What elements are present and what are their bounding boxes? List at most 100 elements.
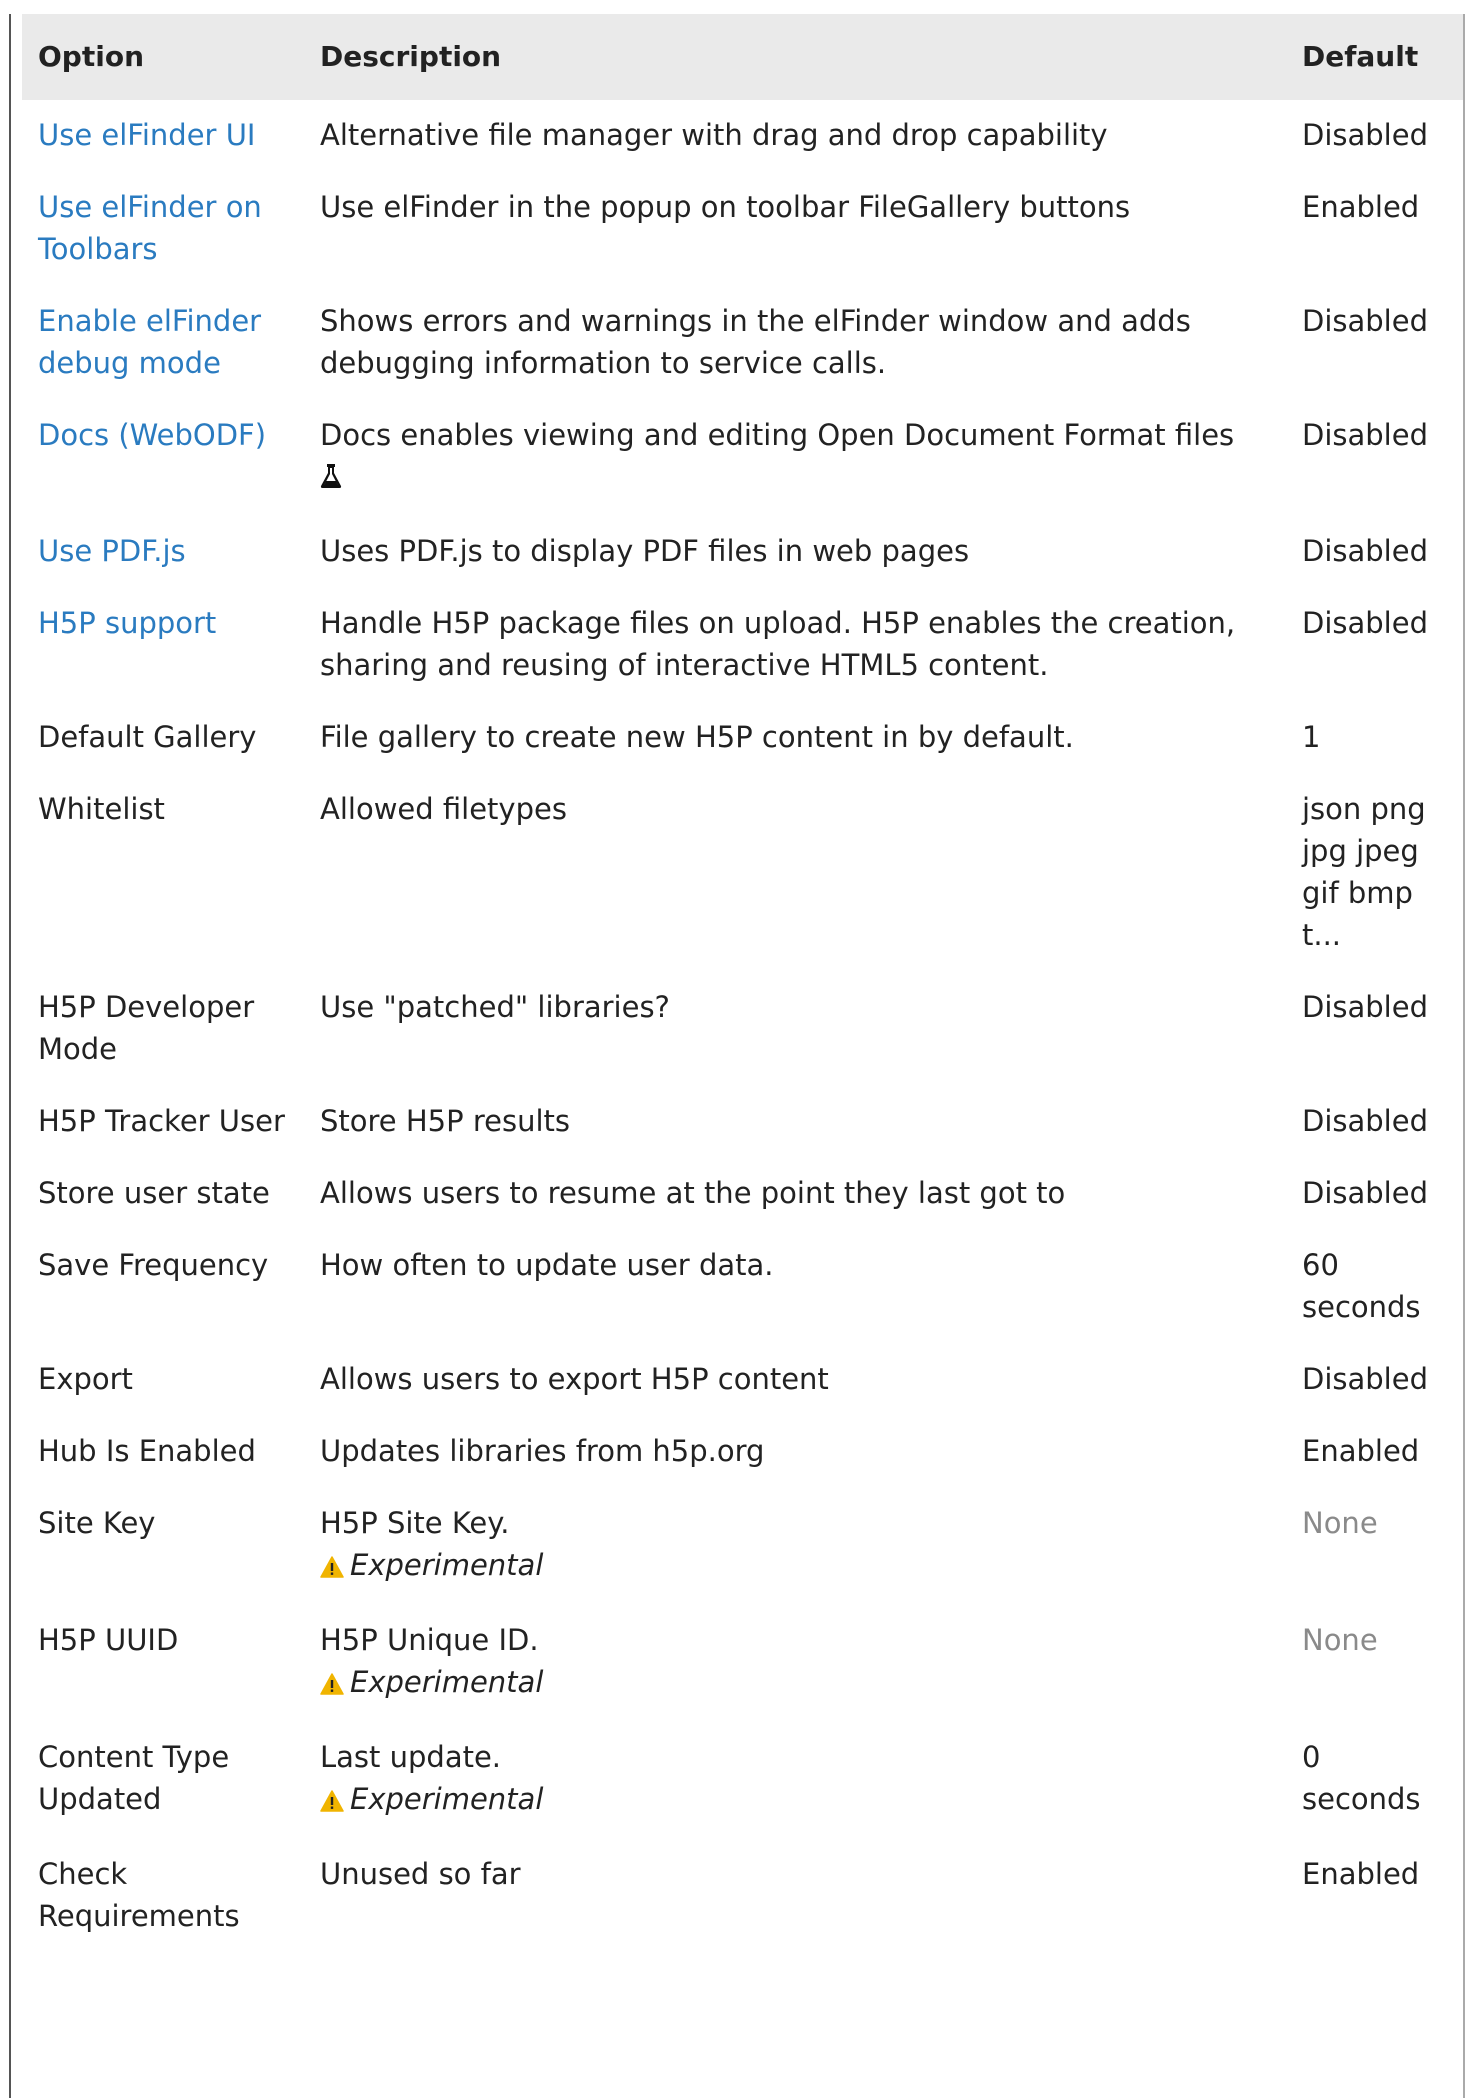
experimental-label: Experimental [350, 1665, 544, 1699]
option-link-docs-webodf[interactable]: Docs (WebODF) [38, 418, 266, 452]
table-row: Default Gallery File gallery to create n… [22, 702, 1463, 774]
option-cell: Enable elFinder debug mode [22, 286, 304, 400]
table-header: Option Description Default [22, 14, 1463, 100]
option-cell: Use elFinder UI [22, 100, 304, 172]
table-row: H5P UUID H5P Unique ID. Experimental Non… [22, 1605, 1463, 1722]
right-frame-border [1463, 14, 1465, 2098]
default-cell: None [1302, 1506, 1378, 1540]
description-cell: Use "patched" libraries? [320, 990, 670, 1024]
description-text: H5P Site Key. [320, 1506, 510, 1540]
default-cell: Disabled [1302, 534, 1428, 568]
preferences-table-container: Option Description Default Use elFinder … [22, 14, 1463, 1953]
left-frame-border [9, 14, 11, 2098]
description-text: Last update. [320, 1740, 502, 1774]
option-link-elfinder-ui[interactable]: Use elFinder UI [38, 118, 255, 152]
default-cell: Disabled [1302, 606, 1428, 640]
table-row: Whitelist Allowed filetypes json png jpg… [22, 774, 1463, 972]
description-cell: Alternative file manager with drag and d… [320, 118, 1108, 152]
option-cell: Content Type Updated [38, 1740, 230, 1816]
default-cell: Disabled [1302, 304, 1428, 338]
option-cell: Check Requirements [38, 1857, 240, 1933]
table-row: Content Type Updated Last update. Experi… [22, 1722, 1463, 1839]
header-description: Description [320, 40, 502, 73]
description-cell: Store H5P results [320, 1104, 570, 1138]
option-link-pdfjs[interactable]: Use PDF.js [38, 534, 186, 568]
header-option: Option [38, 40, 144, 73]
default-cell: Enabled [1302, 190, 1420, 224]
table-row: H5P support Handle H5P package files on … [22, 588, 1463, 702]
preferences-table: Option Description Default Use elFinder … [22, 14, 1463, 1953]
default-cell: Enabled [1302, 1857, 1420, 1891]
description-cell: H5P Site Key. Experimental [304, 1488, 1284, 1605]
table-row: Enable elFinder debug mode Shows errors … [22, 286, 1463, 400]
default-cell: 0 seconds [1302, 1740, 1421, 1816]
option-cell: H5P Developer Mode [38, 990, 255, 1066]
option-cell: Store user state [38, 1176, 270, 1210]
warning-icon [320, 1547, 344, 1589]
experimental-note: Experimental [320, 1661, 1268, 1706]
default-cell: Disabled [1302, 1104, 1428, 1138]
table-row: Hub Is Enabled Updates libraries from h5… [22, 1416, 1463, 1488]
header-row: Option Description Default [22, 14, 1463, 100]
default-cell: Disabled [1302, 118, 1428, 152]
option-cell: Hub Is Enabled [38, 1434, 256, 1468]
warning-icon [320, 1664, 344, 1706]
default-cell: Disabled [1302, 1362, 1428, 1396]
table-row: Use PDF.js Uses PDF.js to display PDF fi… [22, 516, 1463, 588]
experimental-label: Experimental [350, 1548, 544, 1582]
description-cell: Uses PDF.js to display PDF files in web … [320, 534, 970, 568]
header-default: Default [1302, 40, 1419, 73]
table-row: Store user state Allows users to resume … [22, 1158, 1463, 1230]
option-cell: Whitelist [38, 792, 165, 826]
option-cell: Docs (WebODF) [22, 400, 304, 516]
description-cell: Shows errors and warnings in the elFinde… [320, 304, 1191, 380]
default-cell: json png jpg jpeg gif bmp t... [1302, 792, 1426, 952]
table-row: Check Requirements Unused so far Enabled [22, 1839, 1463, 1953]
warning-icon [320, 1781, 344, 1823]
option-link-h5p-support[interactable]: H5P support [38, 606, 216, 640]
default-cell: Disabled [1302, 990, 1428, 1024]
option-cell: H5P support [22, 588, 304, 702]
default-cell: 60 seconds [1302, 1248, 1421, 1324]
description-cell: Unused so far [320, 1857, 521, 1891]
option-cell: Default Gallery [38, 720, 257, 754]
experimental-note: Experimental [320, 1778, 1268, 1823]
description-cell: Allowed filetypes [320, 792, 567, 826]
description-cell: Allows users to resume at the point they… [320, 1176, 1066, 1210]
table-row: Use elFinder UI Alternative file manager… [22, 100, 1463, 172]
description-cell: Allows users to export H5P content [320, 1362, 829, 1396]
description-cell: Docs enables viewing and editing Open Do… [304, 400, 1284, 516]
default-cell: None [1302, 1623, 1378, 1657]
table-body: Use elFinder UI Alternative file manager… [22, 100, 1463, 1953]
table-row: H5P Tracker User Store H5P results Disab… [22, 1086, 1463, 1158]
table-row: Save Frequency How often to update user … [22, 1230, 1463, 1344]
description-cell: How often to update user data. [320, 1248, 774, 1282]
default-cell: Disabled [1302, 418, 1428, 452]
table-row: Use elFinder on Toolbars Use elFinder in… [22, 172, 1463, 286]
option-cell: H5P UUID [38, 1623, 179, 1657]
table-row: Docs (WebODF) Docs enables viewing and e… [22, 400, 1463, 516]
description-cell: Use elFinder in the popup on toolbar Fil… [320, 190, 1131, 224]
description-cell: Handle H5P package files on upload. H5P … [320, 606, 1236, 682]
description-cell: Updates libraries from h5p.org [320, 1434, 765, 1468]
flask-icon [320, 458, 342, 500]
option-cell: Site Key [38, 1506, 156, 1540]
default-cell: 1 [1302, 720, 1321, 754]
option-link-elfinder-debug[interactable]: Enable elFinder debug mode [38, 304, 261, 380]
description-cell: Last update. Experimental [304, 1722, 1284, 1839]
default-cell: Disabled [1302, 1176, 1428, 1210]
option-cell: Use PDF.js [22, 516, 304, 588]
experimental-note: Experimental [320, 1544, 1268, 1589]
option-cell: Export [38, 1362, 133, 1396]
table-row: Export Allows users to export H5P conten… [22, 1344, 1463, 1416]
option-cell: Use elFinder on Toolbars [22, 172, 304, 286]
description-cell: H5P Unique ID. Experimental [304, 1605, 1284, 1722]
experimental-label: Experimental [350, 1782, 544, 1816]
table-row: H5P Developer Mode Use "patched" librari… [22, 972, 1463, 1086]
description-text: H5P Unique ID. [320, 1623, 539, 1657]
option-link-elfinder-toolbars[interactable]: Use elFinder on Toolbars [38, 190, 262, 266]
description-text: Docs enables viewing and editing Open Do… [320, 418, 1235, 452]
table-row: Site Key H5P Site Key. Experimental None [22, 1488, 1463, 1605]
description-cell: File gallery to create new H5P content i… [320, 720, 1074, 754]
option-cell: Save Frequency [38, 1248, 269, 1282]
